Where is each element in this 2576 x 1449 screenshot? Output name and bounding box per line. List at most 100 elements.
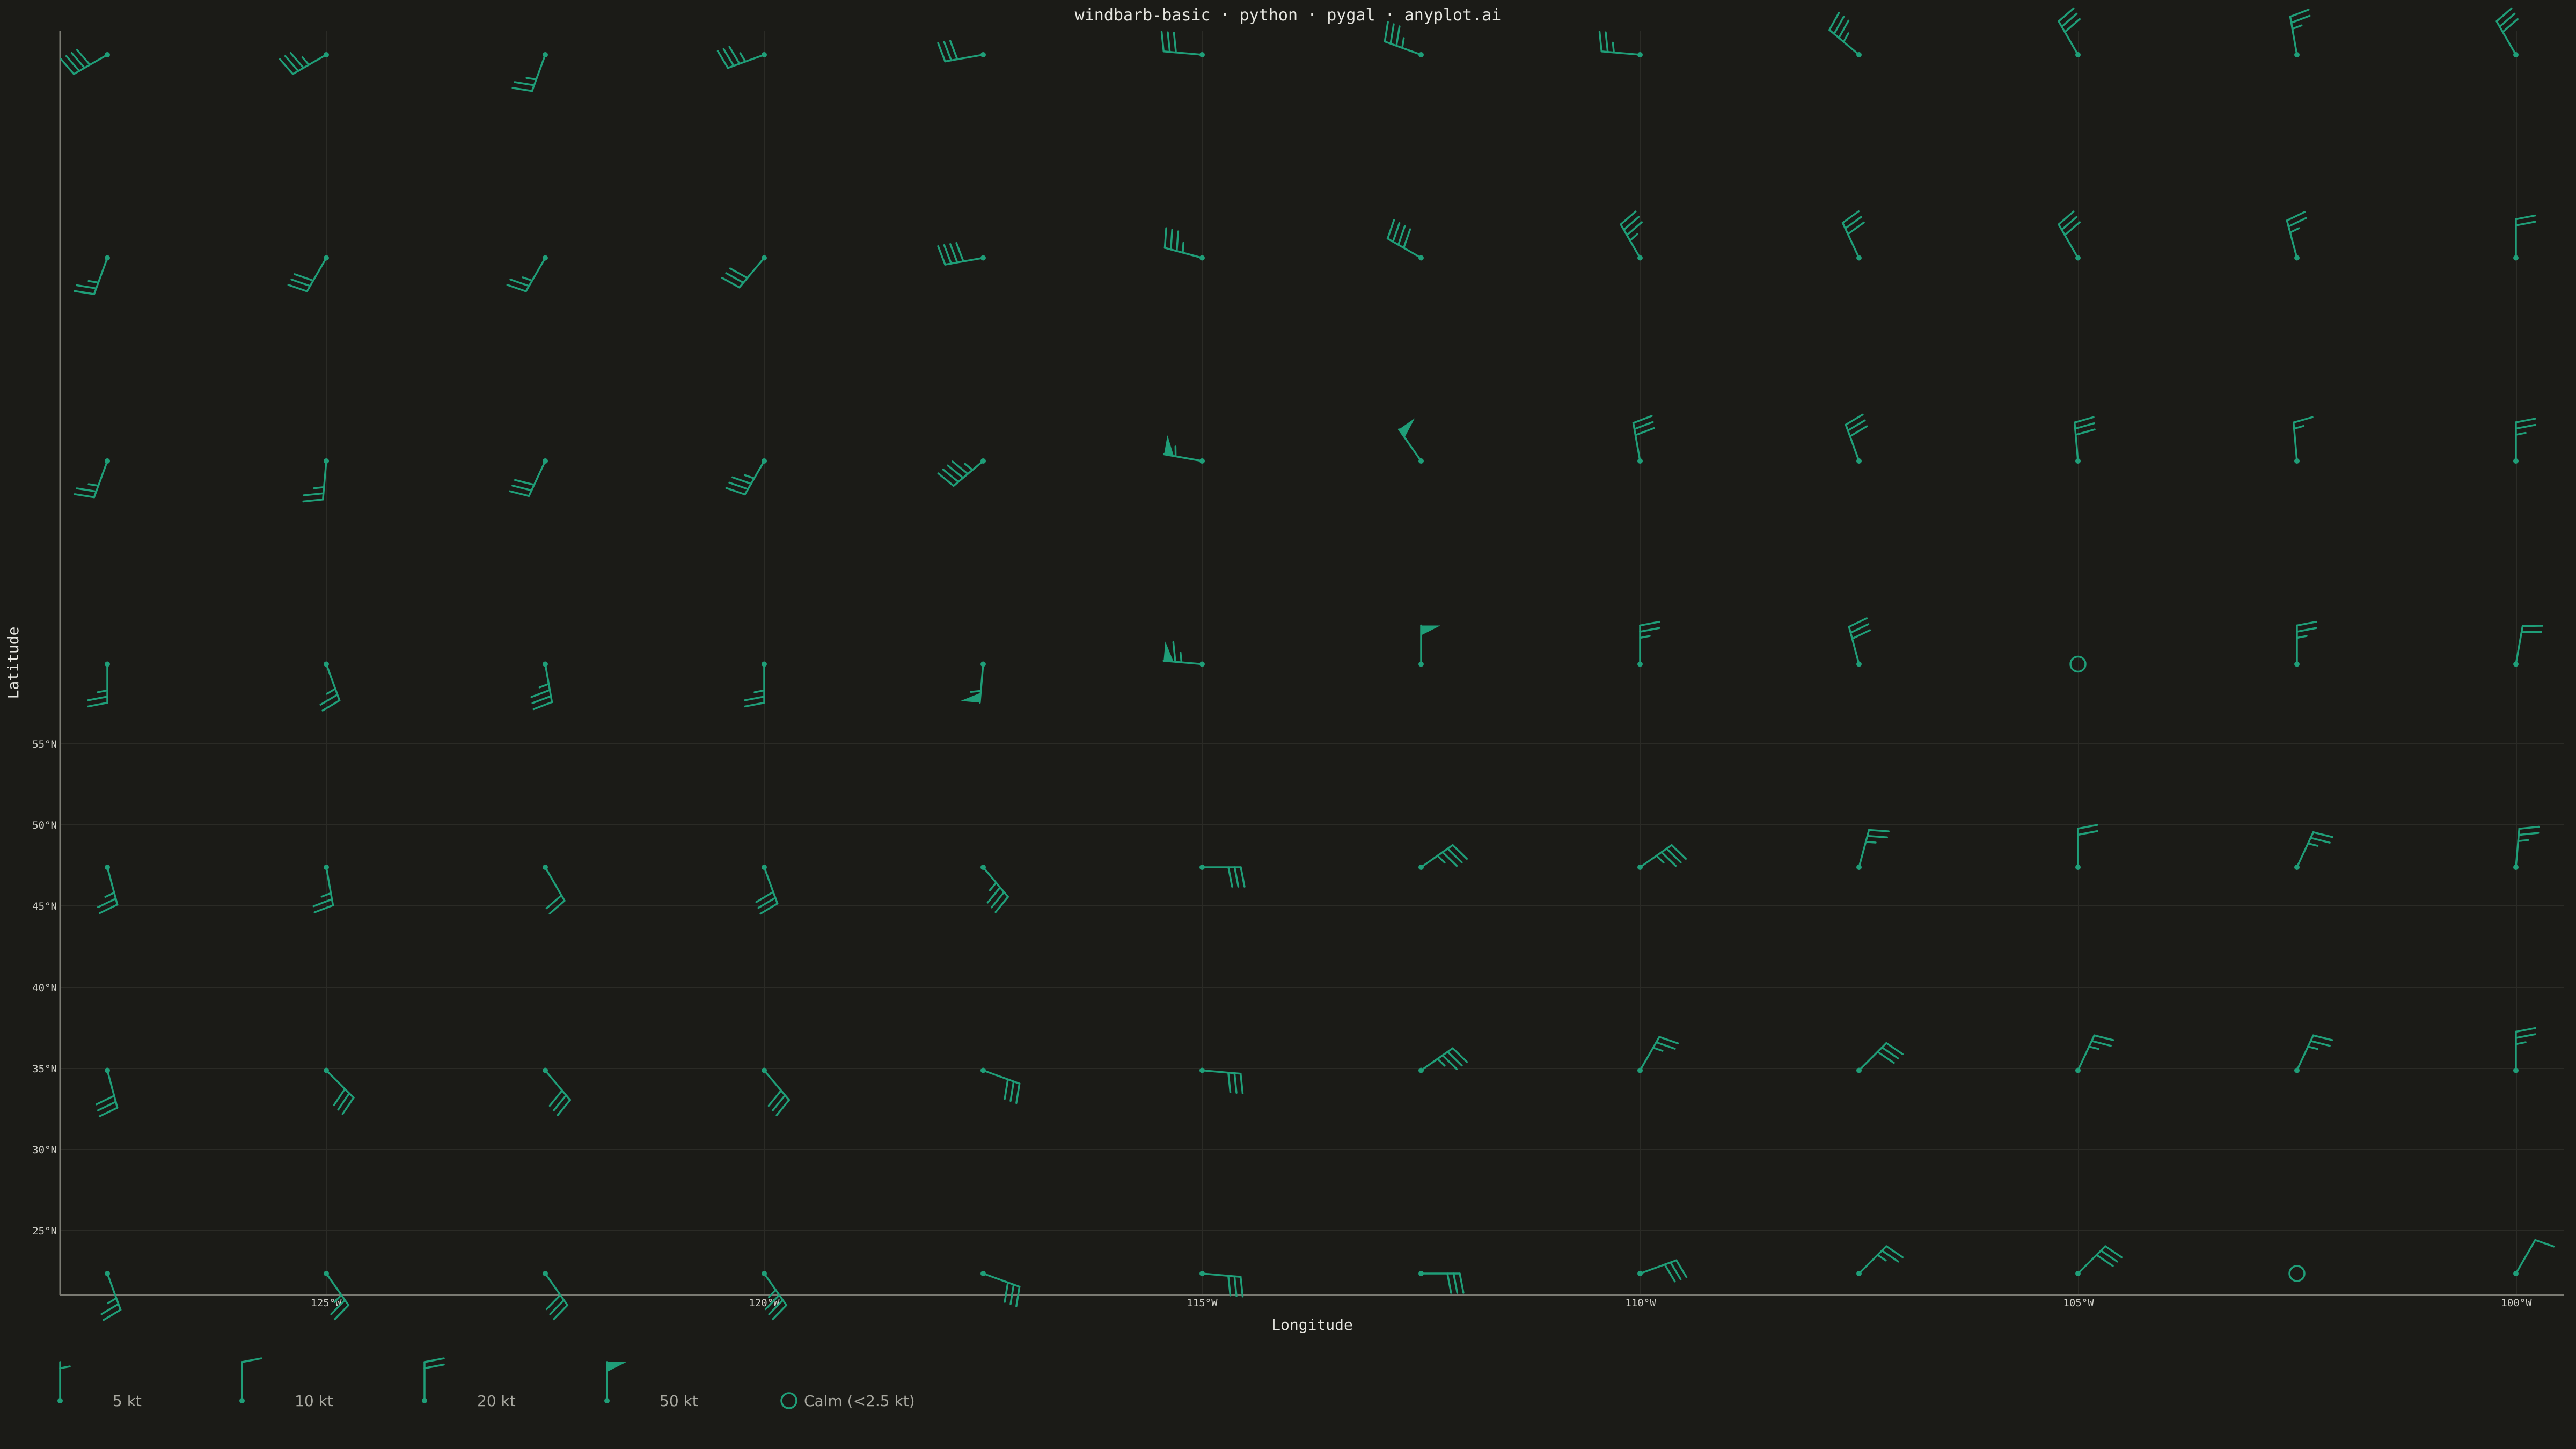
barb-full	[1233, 1072, 1238, 1094]
barb-full	[76, 284, 98, 290]
barb-full	[2309, 1040, 2331, 1047]
wind-barb	[279, 52, 329, 75]
barb-full	[2289, 9, 2310, 18]
barb-full	[303, 492, 325, 496]
barb-full	[744, 696, 765, 701]
legend-label: 10 kt	[295, 1392, 333, 1410]
barb-full	[509, 279, 530, 287]
barb-full	[290, 279, 311, 287]
barb-half	[1436, 854, 1446, 864]
barb-pennant	[1421, 625, 1440, 635]
barb-full	[1632, 415, 1653, 424]
wind-barb	[604, 1361, 626, 1403]
wind-barb	[1848, 617, 1871, 667]
grid	[60, 31, 2564, 1295]
wind-barb	[95, 1067, 119, 1117]
wind-barb	[1856, 1245, 1904, 1276]
barb-pennant	[607, 1362, 626, 1372]
barb-full	[423, 1363, 445, 1370]
wind-barb	[2513, 1239, 2555, 1276]
barb-half	[97, 689, 108, 693]
barb-half	[964, 463, 974, 471]
barb-full	[1227, 1275, 1232, 1297]
barb-full	[1015, 1285, 1021, 1307]
barb-full	[1446, 1272, 1452, 1294]
y-axis-ticks: 55°N 50°N 45°N 40°N 35°N 30°N 25°N	[32, 738, 57, 1237]
barb-full	[1227, 866, 1233, 888]
barb-full	[1163, 227, 1167, 249]
barb-half	[1842, 32, 1849, 43]
barb-half	[1629, 233, 1638, 241]
barb-full	[1395, 25, 1401, 47]
y-tick-label: 45°N	[32, 901, 57, 912]
barb-full	[74, 493, 96, 499]
barb-layer	[60, 7, 2555, 1321]
barb-full	[731, 476, 752, 485]
wind-barb	[1632, 415, 1655, 464]
wind-barb	[2288, 1265, 2306, 1282]
wind-barb	[2513, 1027, 2536, 1073]
barb-full	[1004, 1281, 1009, 1303]
barb-full	[744, 701, 765, 708]
barb-full	[955, 241, 964, 262]
barb-full	[2309, 837, 2331, 844]
y-tick-label: 35°N	[32, 1063, 57, 1075]
calm-circle	[2288, 1265, 2306, 1282]
wind-barb	[287, 255, 329, 292]
wind-barb	[2513, 625, 2543, 667]
legend-label: 20 kt	[477, 1392, 516, 1410]
barb-half	[970, 690, 982, 693]
barb-full	[302, 498, 324, 503]
barb-half	[1655, 854, 1665, 864]
barb-full	[2515, 214, 2536, 221]
y-tick-label: 50°N	[32, 819, 57, 831]
wind-barb	[1386, 219, 1424, 261]
wind-barb	[1637, 620, 1660, 667]
wind-barb	[762, 1067, 791, 1116]
barb-full	[287, 284, 308, 292]
barb-full	[728, 481, 749, 491]
wind-barb	[1397, 418, 1424, 464]
y-tick-label: 55°N	[32, 738, 57, 750]
barb-full	[1866, 835, 1888, 838]
wind-barb	[1418, 1271, 1465, 1294]
barb-half	[1179, 652, 1183, 663]
wind-barb	[1160, 31, 1205, 57]
barb-full	[530, 689, 551, 698]
legend-label: 50 kt	[660, 1392, 698, 1410]
barb-full	[2515, 1033, 2536, 1039]
wind-barb	[2075, 1245, 2123, 1276]
barb-full	[506, 284, 527, 292]
wind-barb	[2075, 1034, 2114, 1073]
wind-barb	[422, 1357, 445, 1403]
wind-barb	[2075, 824, 2098, 870]
wind-barb	[980, 1271, 1021, 1307]
wind-barb	[744, 661, 767, 708]
wind-barb	[721, 255, 767, 289]
wind-barb	[2292, 416, 2314, 464]
wind-barb	[937, 241, 986, 266]
barb-half	[522, 276, 533, 282]
wind-barb	[2058, 210, 2081, 261]
barb-full	[2312, 1034, 2333, 1041]
barb-full	[2290, 14, 2311, 24]
barb-half	[1876, 1254, 1887, 1262]
barb-full	[1167, 31, 1171, 53]
barb-full	[1655, 1041, 1676, 1050]
barb-full	[2073, 416, 2095, 424]
barb-full	[725, 487, 746, 496]
barb-full	[1402, 228, 1411, 249]
wind-barb	[1637, 844, 1687, 870]
barb-full	[943, 41, 953, 62]
wind-barb	[2073, 416, 2096, 464]
barb-full	[1239, 1276, 1244, 1298]
barb-full	[76, 487, 98, 493]
x-axis-ticks: 125°W 120°W 115°W 110°W 105°W 100°W	[311, 1297, 2532, 1309]
barb-full	[2077, 824, 2098, 830]
barb-half	[2291, 24, 2303, 30]
wind-barb	[1828, 11, 1862, 57]
wind-barb	[937, 458, 986, 487]
barb-full	[2515, 1027, 2536, 1033]
barb-half	[2515, 1041, 2527, 1045]
barb-full	[937, 245, 946, 266]
